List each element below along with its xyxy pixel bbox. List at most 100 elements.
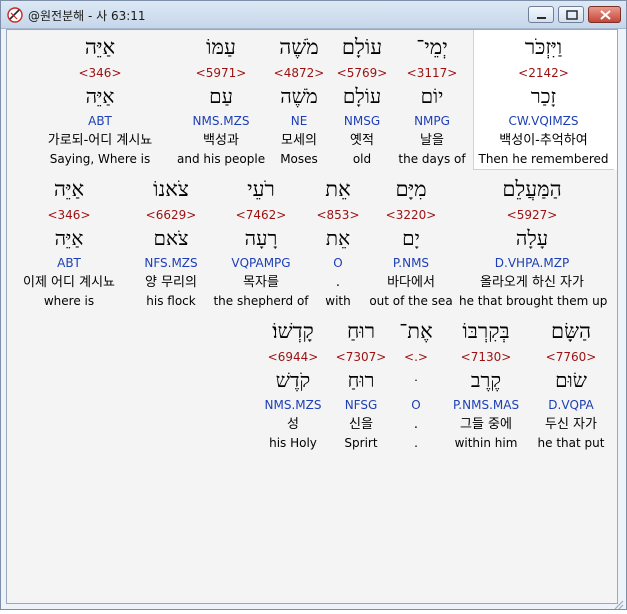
english-gloss: the days of	[398, 152, 466, 166]
word-cell[interactable]: אֵת <853> אֵת O . with	[313, 175, 363, 311]
hebrew-word: רֹעֵי	[247, 177, 275, 201]
strong-number: <7130>	[460, 350, 512, 364]
hebrew-word: עוֹלָם	[341, 35, 383, 59]
morphology-code: CW.VQIMZS	[508, 114, 579, 128]
korean-gloss: 양 무리의	[145, 275, 197, 290]
english-gloss: old	[352, 152, 372, 166]
korean-gloss: 모세의	[281, 133, 317, 148]
word-cell[interactable]: הַשָּׂם <7760> שׂוּם D.VQPA 두신 자가 he tha…	[533, 317, 609, 453]
strong-number: <4872>	[273, 66, 325, 80]
lemma-word: ּ	[393, 367, 439, 393]
word-cell[interactable]: צֹאנוֹ <6629> צֹאם NFS.MZS 양 무리의 his flo…	[133, 175, 209, 311]
korean-gloss: 백성이-추억하여	[499, 133, 588, 148]
strong-number: <853>	[316, 208, 360, 222]
strong-number: <346>	[78, 66, 122, 80]
english-gloss: Moses	[280, 152, 318, 166]
korean-gloss: 옛적	[350, 133, 374, 148]
lemma-word: צֹאם	[153, 226, 189, 250]
hebrew-word: רוּחַ	[346, 319, 376, 343]
lemma-word: עָלָה	[515, 226, 549, 250]
hebrew-word: אֶת־	[399, 319, 433, 343]
morphology-code: NFS.MZS	[144, 256, 198, 270]
lemma-word: יוֹם	[420, 84, 444, 108]
morphology-code: O	[411, 398, 421, 412]
hebrew-word: אַיֵּה	[84, 35, 116, 59]
korean-gloss: 올라오게 하신 자가	[480, 275, 584, 290]
word-cell[interactable]: וַיִּזְכֹּר <2142> זָכַר CW.VQIMZS 백성이-추…	[473, 33, 614, 169]
minimize-button[interactable]	[528, 6, 554, 23]
app-icon[interactable]	[7, 7, 23, 23]
lemma-word: מֹשֶׁה	[280, 84, 318, 108]
korean-gloss: 가로되-어디 계시뇨	[47, 133, 153, 148]
hebrew-word: בְּקִרְבּוֹ	[462, 319, 510, 343]
lemma-word: רוּחַ	[347, 368, 375, 392]
morphology-code: NMS.MZS	[192, 114, 250, 128]
morphology-code: NMSG	[343, 114, 381, 128]
strong-number: <6629>	[145, 208, 197, 222]
morphology-code: ABT	[57, 256, 81, 270]
korean-gloss: 이제 어디 계시뇨	[23, 275, 115, 290]
strong-number: <5927>	[506, 208, 558, 222]
lemma-word: זָכַר	[530, 84, 557, 108]
word-cell[interactable]: אַיֵּה <346> אַיֵּה ABT 가로되-어디 계시뇨 Sayin…	[35, 33, 165, 169]
morphology-code: P.NMS.MAS	[452, 398, 520, 412]
hebrew-word: אֵת	[325, 177, 351, 201]
hebrew-word: יְמֵי־	[416, 35, 448, 59]
word-cell[interactable]: בְּקִרְבּוֹ <7130> קֶרֶב P.NMS.MAS 그들 중에…	[443, 317, 529, 453]
title-bar[interactable]: @원전분해 - 사 63:11	[1, 1, 626, 29]
english-gloss: where is	[43, 294, 95, 308]
strong-number: <.>	[404, 350, 428, 364]
korean-gloss: 성	[287, 417, 299, 432]
korean-gloss: 백성과	[203, 133, 239, 148]
english-gloss: within him	[454, 436, 518, 450]
english-gloss: his Holy	[269, 436, 317, 450]
korean-gloss: 그들 중에	[460, 417, 512, 432]
strong-number: <346>	[47, 208, 91, 222]
strong-number: <3117>	[406, 66, 458, 80]
hebrew-word: קָדְשׁוֹ׃	[272, 319, 314, 343]
morphology-code: NE	[290, 114, 308, 128]
resize-grip-icon[interactable]	[612, 595, 624, 610]
lemma-word: עַם	[209, 84, 233, 108]
morphology-code: ABT	[88, 114, 112, 128]
verse-analysis-panel: וַיִּזְכֹּר <2142> זָכַר CW.VQIMZS 백성이-추…	[6, 29, 618, 604]
strong-number: <2142>	[518, 66, 569, 80]
english-gloss: he that brought them up	[459, 294, 608, 308]
strong-number: <6944>	[267, 350, 319, 364]
hebrew-word: צֹאנוֹ	[153, 177, 189, 201]
hebrew-word: מִיָּם	[395, 177, 427, 201]
korean-gloss: 날을	[420, 133, 444, 148]
strong-number: <7760>	[545, 350, 597, 364]
english-gloss: Then he remembered	[478, 152, 609, 166]
window-title: @원전분해 - 사 63:11	[28, 9, 146, 23]
word-cell[interactable]: עַמּוֹ <5971> עַם NMS.MZS 백성과 and his pe…	[177, 33, 265, 169]
english-gloss: and his people	[177, 152, 266, 166]
english-gloss: he that put	[537, 436, 605, 450]
word-cell[interactable]: יְמֵי־ <3117> יוֹם NMPG 날을 the days of	[397, 33, 467, 169]
hebrew-word: אַיֵּה	[53, 177, 85, 201]
hebrew-word: הַשָּׂם	[550, 319, 592, 343]
hebrew-word: הַמַּעֲלֵם	[502, 177, 562, 201]
korean-gloss: 바다에서	[387, 275, 435, 290]
word-cell[interactable]: אֶת־ <.> ּ O . .	[393, 317, 439, 453]
word-cell[interactable]: אַיֵּה <346> אַיֵּה ABT 이제 어디 계시뇨 where …	[9, 175, 129, 311]
word-cell[interactable]: קָדְשׁוֹ׃ <6944> קֹדֶשׁ NMS.MZS 성 his Ho…	[257, 317, 329, 453]
word-cell[interactable]: מִיָּם <3220> יָם P.NMS 바다에서 out of the …	[367, 175, 455, 311]
english-gloss: out of the sea	[369, 294, 453, 308]
english-gloss: .	[414, 436, 418, 450]
strong-number: <3220>	[385, 208, 437, 222]
lemma-word: אַיֵּה	[85, 84, 115, 108]
word-cell[interactable]: מֹשֶׁה <4872> מֹשֶׁה NE 모세의 Moses	[269, 33, 329, 169]
lemma-word: אֵת	[325, 226, 351, 250]
word-cell[interactable]: עוֹלָם <5769> עוֹלָם NMSG 옛적 old	[332, 33, 392, 169]
word-cell[interactable]: רוּחַ <7307> רוּחַ NFSG 신을 Sprirt	[333, 317, 389, 453]
word-cell[interactable]: הַמַּעֲלֵם <5927> עָלָה D.VHPA.MZP 올라오게 …	[459, 175, 608, 311]
morphology-code: O	[333, 256, 343, 270]
close-button[interactable]	[588, 6, 621, 23]
korean-gloss: 두신 자가	[545, 417, 597, 432]
morphology-code: D.VQPA	[548, 398, 594, 412]
word-cell[interactable]: רֹעֵי <7462> רָעָה VQPAMPG 목자를 the sheph…	[213, 175, 309, 311]
strong-number: <7307>	[335, 350, 387, 364]
lemma-word: רָעָה	[244, 226, 278, 250]
maximize-button[interactable]	[558, 6, 584, 23]
